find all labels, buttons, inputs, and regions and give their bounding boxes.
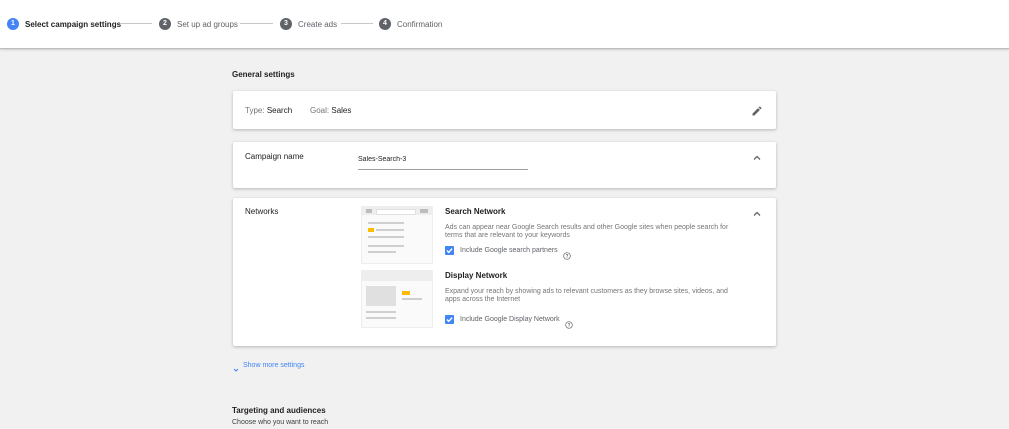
chevron-up-icon[interactable]: [751, 151, 763, 163]
type-value: Search: [266, 106, 293, 115]
targeting-title: Targeting and audiences: [232, 406, 326, 415]
type-label: Type:: [245, 106, 265, 115]
step-1-label: Select campaign settings: [25, 19, 122, 29]
type-summary: Type: Search: [245, 106, 292, 115]
display-network-checkbox[interactable]: [445, 315, 454, 324]
campaign-name-card: Campaign name: [233, 142, 776, 188]
campaign-name-input[interactable]: [358, 152, 528, 170]
ad-highlight: [402, 291, 410, 295]
step-connector: [240, 23, 273, 24]
type-goal-card[interactable]: Type: Search Goal: Sales: [233, 91, 776, 129]
stepper-bar: 1 Select campaign settings 2 Set up ad g…: [0, 0, 1009, 49]
step-2-label: Set up ad groups: [177, 19, 238, 29]
networks-card: Networks Search Network Ads can appear n…: [233, 198, 776, 346]
campaign-name-label: Campaign name: [245, 152, 304, 161]
display-network-title: Display Network: [445, 271, 508, 280]
step-3[interactable]: 3 Create ads: [280, 17, 337, 31]
step-2-number: 2: [159, 18, 171, 30]
edit-pencil-icon[interactable]: [751, 104, 763, 116]
show-more-settings-link[interactable]: Show more settings: [232, 361, 305, 372]
goal-label: Goal:: [310, 106, 330, 115]
step-connector: [341, 23, 373, 24]
step-2[interactable]: 2 Set up ad groups: [159, 17, 238, 31]
search-network-description: Ads can appear near Google Search result…: [445, 224, 729, 239]
chevron-down-icon: [232, 361, 240, 372]
step-4-label: Confirmation: [397, 19, 443, 29]
chevron-up-icon[interactable]: [751, 207, 763, 219]
search-partners-label: Include Google search partners: [460, 247, 558, 254]
step-connector: [120, 23, 152, 24]
help-icon[interactable]: [563, 247, 571, 260]
display-network-illustration: [361, 270, 433, 328]
step-4[interactable]: 4 Confirmation: [379, 17, 442, 31]
help-icon[interactable]: [564, 316, 573, 329]
step-1-number: 1: [7, 18, 19, 30]
ad-highlight: [368, 228, 374, 232]
search-partners-checkbox[interactable]: [445, 246, 454, 255]
search-partners-option[interactable]: Include Google search partners: [445, 246, 571, 260]
step-1[interactable]: 1 Select campaign settings: [7, 17, 121, 31]
goal-summary: Goal: Sales: [310, 106, 351, 115]
goal-value: Sales: [331, 106, 352, 115]
display-network-option[interactable]: Include Google Display Network: [445, 315, 573, 329]
step-3-label: Create ads: [298, 19, 338, 29]
display-network-label: Include Google Display Network: [460, 316, 560, 323]
step-4-number: 4: [379, 18, 391, 30]
targeting-subtitle: Choose who you want to reach: [232, 419, 329, 426]
networks-label: Networks: [245, 207, 279, 216]
step-3-number: 3: [280, 18, 292, 30]
display-network-description: Expand your reach by showing ads to rele…: [445, 288, 728, 303]
show-more-settings-label: Show more settings: [243, 361, 305, 369]
search-network-illustration: [361, 206, 433, 264]
general-settings-title: General settings: [232, 70, 295, 79]
search-network-title: Search Network: [445, 207, 506, 216]
